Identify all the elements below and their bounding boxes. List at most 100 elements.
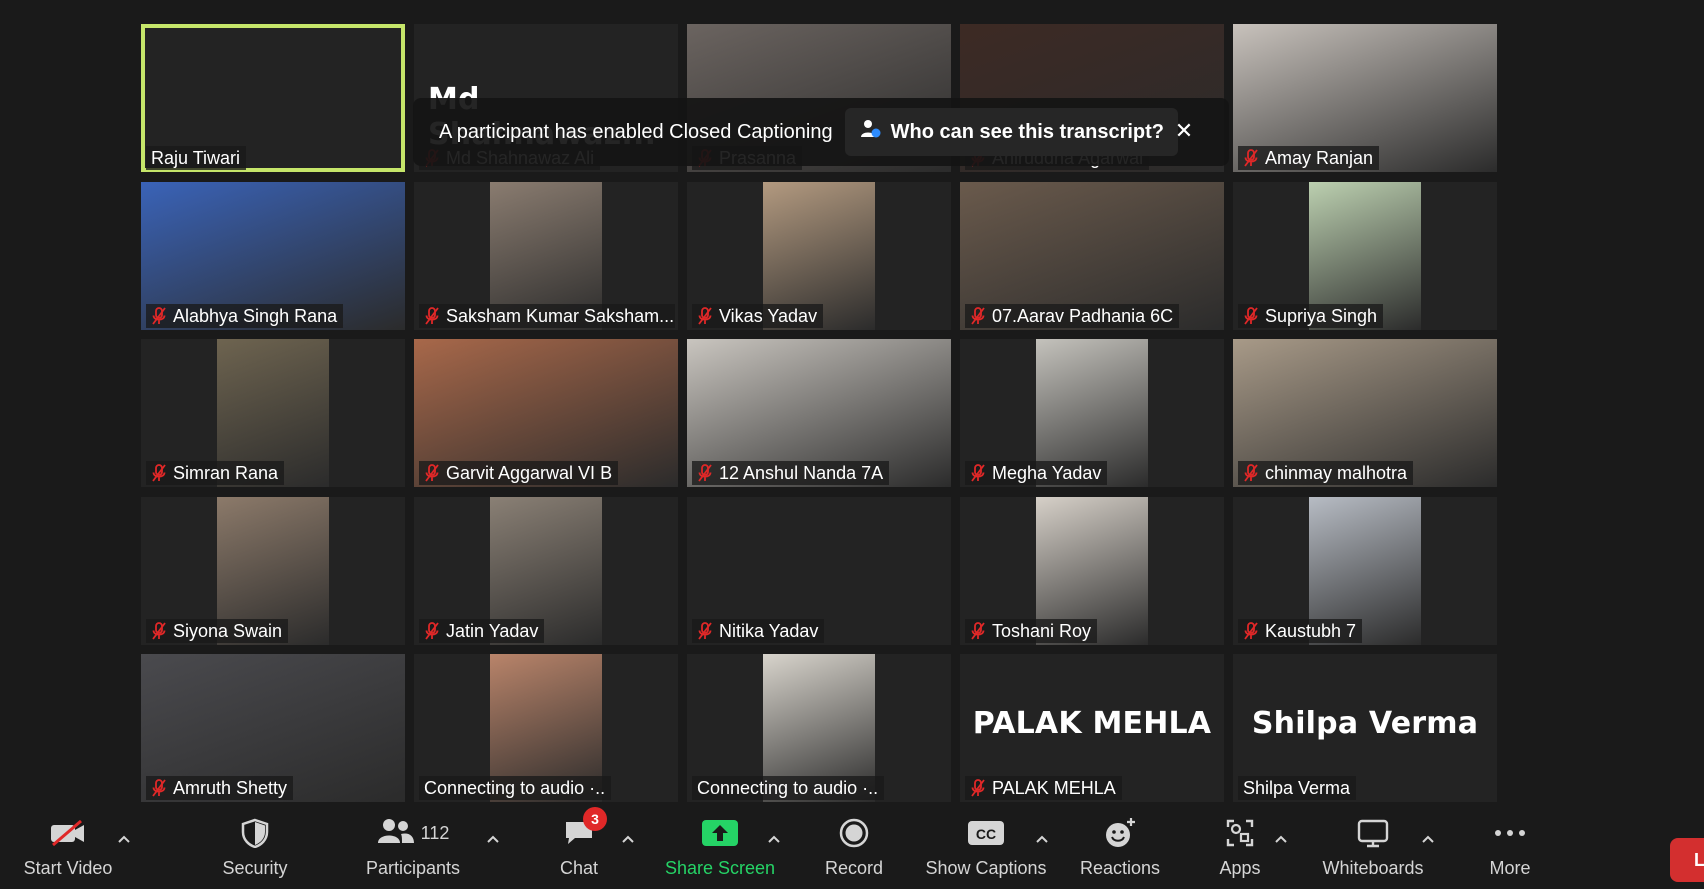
participant-name: PALAK MEHLA [992, 778, 1116, 798]
participant-tile[interactable]: Amay Ranjan [1233, 24, 1497, 172]
participant-name: Connecting to audio ·.. [697, 778, 879, 798]
chat-button[interactable]: 3 Chat [544, 807, 614, 889]
smiley-plus-icon [1103, 810, 1137, 856]
chat-options-caret-icon[interactable] [620, 832, 636, 846]
whiteboards-button[interactable]: Whiteboards [1318, 810, 1428, 889]
participant-name: Kaustubh 7 [1265, 621, 1357, 641]
participant-name-plate: chinmay malhotra [1238, 461, 1414, 485]
participant-name-plate: Connecting to audio ·.. [692, 776, 885, 800]
participant-tile[interactable]: Connecting to audio ·.. [687, 654, 951, 802]
mic-muted-icon [697, 622, 713, 640]
mic-muted-icon [697, 464, 713, 482]
participant-name-plate: Siyona Swain [146, 619, 289, 643]
start-video-button[interactable]: Start Video [18, 810, 118, 889]
participant-tile[interactable]: Nitika Yadav [687, 497, 951, 645]
participant-tile[interactable]: Siyona Swain [141, 497, 405, 645]
leave-button[interactable]: Le [1670, 838, 1704, 882]
participants-icon [377, 817, 415, 850]
closed-captions-icon: CC [967, 810, 1005, 856]
participant-tile[interactable]: 12 Anshul Nanda 7A [687, 339, 951, 487]
mic-muted-icon [424, 464, 440, 482]
camera-off-icon [49, 810, 87, 856]
participant-display-name: PALAK MEHLA [972, 706, 1212, 741]
whiteboards-label: Whiteboards [1322, 858, 1424, 878]
participant-tile[interactable]: Megha Yadav [960, 339, 1224, 487]
participant-name-plate: Amay Ranjan [1238, 146, 1380, 170]
participant-tile[interactable]: Shilpa Verma Shilpa Verma [1233, 654, 1497, 802]
participant-name: Simran Rana [173, 463, 279, 483]
participant-name: Alabhya Singh Rana [173, 306, 338, 326]
more-label: More [1489, 858, 1531, 878]
participant-tile[interactable]: Amruth Shetty [141, 654, 405, 802]
meeting-toolbar: Start Video Security 112 Participants 3 … [0, 807, 1704, 889]
mic-muted-icon [970, 464, 986, 482]
participant-tile[interactable]: Kaustubh 7 [1233, 497, 1497, 645]
participant-name-plate: Kaustubh 7 [1238, 619, 1363, 643]
mic-muted-icon [1243, 622, 1259, 640]
mic-muted-icon [151, 779, 167, 797]
captions-options-caret-icon[interactable] [1034, 832, 1050, 846]
participant-name-plate: Megha Yadav [965, 461, 1108, 485]
participant-name: Saksham Kumar Saksham... [446, 306, 675, 326]
participant-name-plate: PALAK MEHLA [965, 776, 1122, 800]
participants-button[interactable]: 112 Participants [360, 810, 466, 889]
caption-notice-message: A participant has enabled Closed Caption… [439, 120, 833, 143]
whiteboards-options-caret-icon[interactable] [1420, 832, 1436, 846]
participant-name-plate: Supriya Singh [1238, 304, 1384, 328]
show-captions-button[interactable]: CC Show Captions [921, 810, 1051, 889]
participant-tile[interactable]: Alabhya Singh Rana [141, 182, 405, 330]
participant-name: Jatin Yadav [446, 621, 539, 641]
more-button[interactable]: More [1480, 810, 1540, 889]
participant-name: 07.Aarav Padhania 6C [992, 306, 1174, 326]
participant-name-plate: 07.Aarav Padhania 6C [965, 304, 1180, 328]
participant-tile[interactable]: Saksham Kumar Saksham... [414, 182, 678, 330]
participant-name-plate: Shilpa Verma [1238, 776, 1357, 800]
video-options-caret-icon[interactable] [116, 832, 132, 846]
participant-tile[interactable]: Connecting to audio ·.. [414, 654, 678, 802]
reactions-button[interactable]: Reactions [1070, 810, 1170, 889]
close-icon[interactable]: ✕ [1169, 116, 1199, 146]
participant-name-plate: Alabhya Singh Rana [146, 304, 344, 328]
share-options-caret-icon[interactable] [766, 832, 782, 846]
share-screen-button[interactable]: Share Screen [660, 810, 780, 889]
participant-name: Amay Ranjan [1265, 148, 1374, 168]
participant-name: 12 Anshul Nanda 7A [719, 463, 884, 483]
participant-tile[interactable]: Vikas Yadav [687, 182, 951, 330]
participant-tile[interactable]: PALAK MEHLA PALAK MEHLA [960, 654, 1224, 802]
participant-tile[interactable]: Jatin Yadav [414, 497, 678, 645]
person-info-icon [859, 118, 881, 146]
participant-name: chinmay malhotra [1265, 463, 1408, 483]
whiteboard-icon [1357, 810, 1389, 856]
who-can-see-transcript-button[interactable]: Who can see this transcript? [844, 108, 1178, 156]
participant-name: Vikas Yadav [719, 306, 818, 326]
mic-muted-icon [151, 307, 167, 325]
caption-notice-banner: A participant has enabled Closed Caption… [413, 98, 1229, 166]
participant-name: Siyona Swain [173, 621, 283, 641]
participant-tile[interactable]: 07.Aarav Padhania 6C [960, 182, 1224, 330]
participant-tile[interactable]: Simran Rana [141, 339, 405, 487]
participant-tile[interactable]: chinmay malhotra [1233, 339, 1497, 487]
participant-name: Raju Tiwari [151, 148, 241, 168]
mic-muted-icon [1243, 464, 1259, 482]
share-screen-label: Share Screen [664, 858, 776, 878]
record-button[interactable]: Record [814, 810, 894, 889]
mic-muted-icon [424, 622, 440, 640]
participant-name: Connecting to audio ·.. [424, 778, 606, 798]
mic-muted-icon [424, 307, 440, 325]
security-button[interactable]: Security [205, 810, 305, 889]
mic-muted-icon [970, 622, 986, 640]
participants-count: 112 [420, 822, 450, 843]
participant-tile[interactable]: Supriya Singh [1233, 182, 1497, 330]
mic-muted-icon [151, 622, 167, 640]
participant-tile[interactable]: Raju Tiwari [141, 24, 405, 172]
participant-name-plate: Raju Tiwari [146, 146, 247, 170]
participants-options-caret-icon[interactable] [485, 832, 501, 846]
participant-tile[interactable]: Toshani Roy [960, 497, 1224, 645]
show-captions-label: Show Captions [925, 858, 1047, 878]
svg-text:CC: CC [976, 826, 996, 842]
apps-options-caret-icon[interactable] [1273, 832, 1289, 846]
participant-name: Amruth Shetty [173, 778, 288, 798]
participant-name: Garvit Aggarwal VI B [446, 463, 613, 483]
apps-button[interactable]: Apps [1210, 810, 1270, 889]
participant-tile[interactable]: Garvit Aggarwal VI B [414, 339, 678, 487]
